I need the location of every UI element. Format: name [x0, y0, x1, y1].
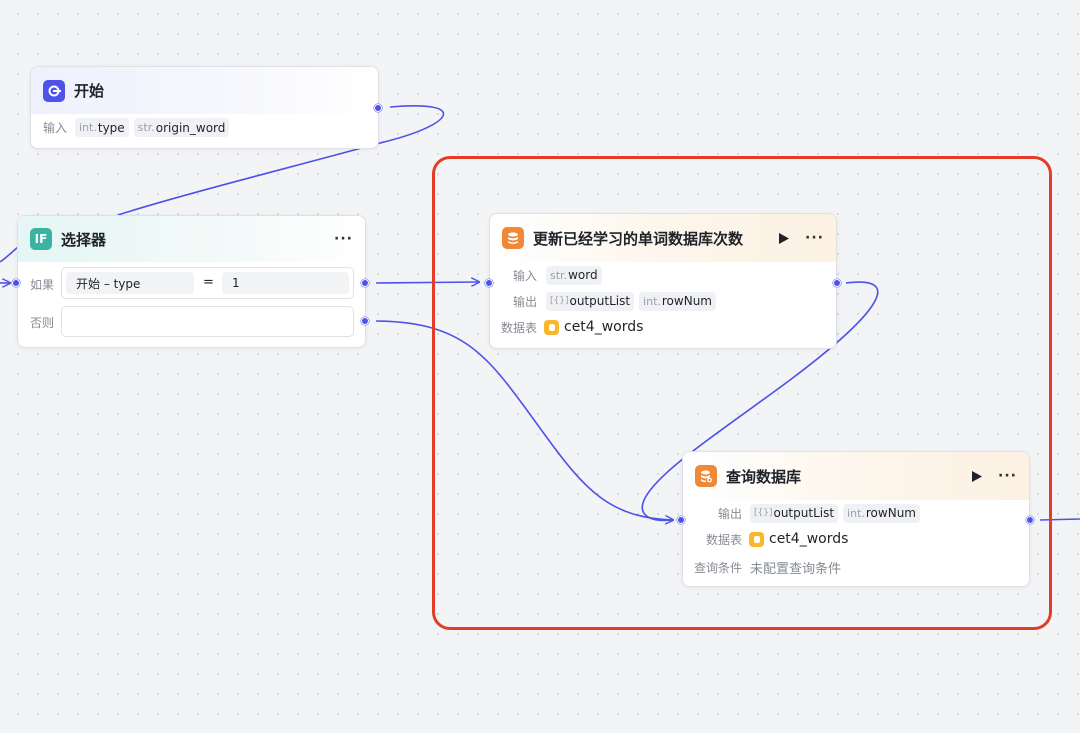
if-condition-box[interactable]: 开始 – type = 1 — [61, 267, 354, 299]
start-input-row: 输入 int. type str. origin_word — [31, 114, 378, 137]
else-label: 否则 — [30, 316, 55, 330]
start-output-port[interactable] — [374, 104, 382, 112]
highlight-frame — [432, 156, 1052, 630]
if-icon: IF — [30, 228, 52, 250]
selector-node[interactable]: IF 选择器 ··· 如果 开始 – type = 1 否则 — [17, 215, 366, 348]
condition-left-operand[interactable]: 开始 – type — [66, 272, 194, 294]
start-icon — [43, 79, 65, 102]
else-branch-box[interactable] — [61, 306, 354, 337]
input-label: 输入 — [43, 121, 68, 135]
condition-operator[interactable]: = — [203, 275, 214, 290]
param-tag: str. origin_word — [133, 118, 230, 137]
start-node[interactable]: 开始 输入 int. type str. origin_word — [30, 66, 379, 149]
edge-incoming-left[interactable] — [0, 246, 19, 263]
selector-node-title: 选择器 — [61, 230, 107, 249]
selector-input-port[interactable] — [12, 279, 20, 287]
more-options-icon[interactable]: ··· — [334, 232, 353, 246]
condition-right-operand[interactable]: 1 — [222, 272, 349, 294]
if-label: 如果 — [30, 278, 55, 292]
param-tag: int. type — [75, 118, 129, 137]
start-node-header[interactable]: 开始 — [31, 67, 378, 114]
start-node-title: 开始 — [74, 82, 105, 100]
else-output-port[interactable] — [361, 317, 369, 325]
selector-node-header[interactable]: IF 选择器 ··· — [18, 216, 365, 262]
if-output-port[interactable] — [361, 279, 369, 287]
